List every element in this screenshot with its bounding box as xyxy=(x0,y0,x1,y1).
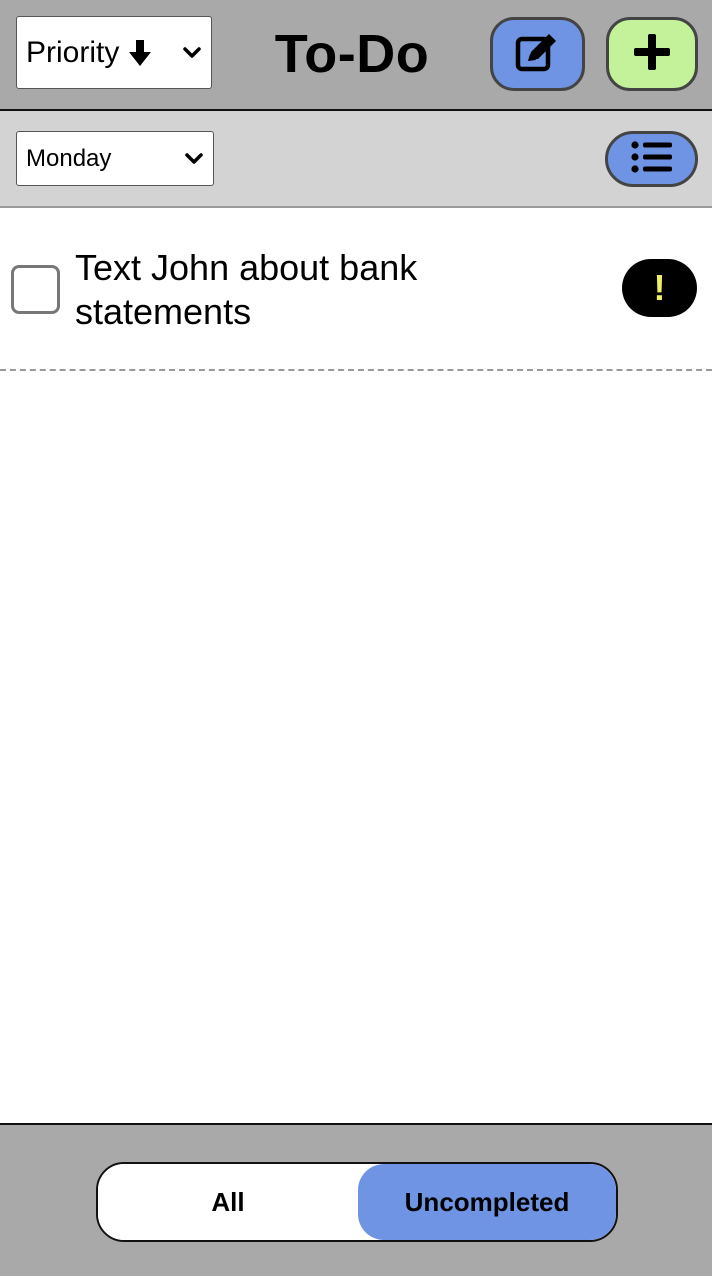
sort-select[interactable]: Priority xyxy=(16,16,212,89)
page-title: To-Do xyxy=(274,24,430,84)
plus-icon xyxy=(634,33,670,75)
priority-mark: ! xyxy=(653,267,666,308)
task-text: Text John about bank statements xyxy=(75,247,418,332)
day-select[interactable]: Monday xyxy=(16,131,214,186)
day-select-value: Monday xyxy=(26,144,112,172)
edit-icon xyxy=(515,30,561,79)
list-view-button[interactable] xyxy=(605,131,698,187)
header-bar: Priority To-Do xyxy=(0,0,712,111)
chevron-down-icon xyxy=(183,46,201,59)
edit-button[interactable] xyxy=(490,17,585,91)
chevron-down-icon xyxy=(185,152,203,165)
footer-bar: All Uncompleted xyxy=(0,1123,712,1276)
filter-toggle: All Uncompleted xyxy=(96,1162,618,1242)
arrow-down-icon xyxy=(129,39,152,66)
add-task-button[interactable] xyxy=(606,17,698,91)
sort-select-value: Priority xyxy=(26,35,120,69)
list-icon xyxy=(630,140,673,178)
filter-all-button[interactable]: All xyxy=(98,1164,358,1240)
filter-uncompleted-button[interactable]: Uncompleted xyxy=(358,1164,616,1240)
filter-bar: Monday xyxy=(0,111,712,208)
priority-badge[interactable]: ! xyxy=(622,259,697,317)
task-item: Text John about bank statements ! xyxy=(0,208,712,371)
task-checkbox[interactable] xyxy=(11,265,60,314)
